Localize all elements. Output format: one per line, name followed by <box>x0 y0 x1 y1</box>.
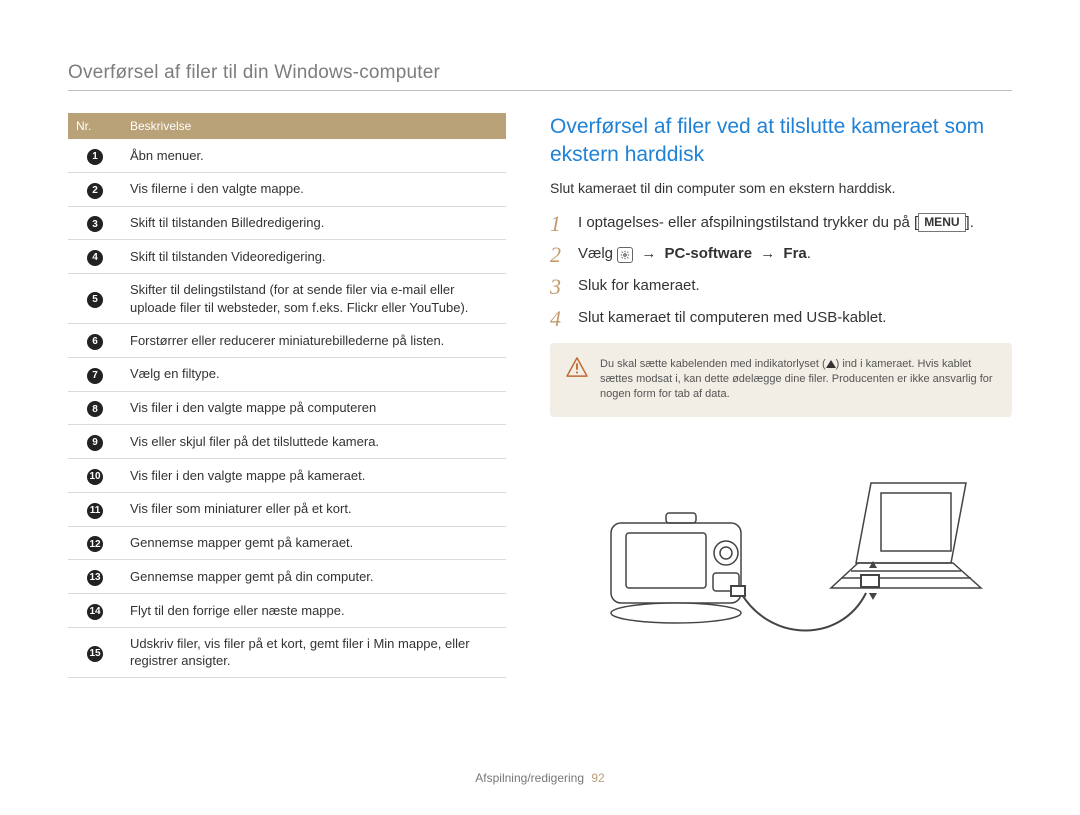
number-badge: 10 <box>87 469 103 485</box>
arrow-icon: → <box>756 245 779 262</box>
table-row: 6 Forstørrer eller reducerer miniaturebil… <box>68 324 506 358</box>
row-number: 13 <box>68 560 122 594</box>
table-row: 4 Skift til tilstanden Videoredigering. <box>68 240 506 274</box>
row-description: Vis filer som miniaturer eller på et kor… <box>122 492 506 526</box>
right-column: Overførsel af filer ved at tilslutte kam… <box>550 113 1012 678</box>
table-row: 14 Flyt til den forrige eller næste mappe… <box>68 594 506 628</box>
warning-icon <box>566 357 588 403</box>
warning-text: Du skal sætte kabelenden med indikatorly… <box>600 357 996 403</box>
table-row: 5 Skifter til delingstilstand (for at sen… <box>68 274 506 324</box>
warning-text-a: Du skal sætte kabelenden med indikatorly… <box>600 358 826 370</box>
step-2-value: Fra <box>783 245 806 262</box>
table-row: 3 Skift til tilstanden Billedredigering. <box>68 206 506 240</box>
number-badge: 1 <box>87 149 103 165</box>
row-number: 14 <box>68 594 122 628</box>
step-1: I optagelses- eller afspilningstilstand … <box>550 212 1012 234</box>
row-number: 1 <box>68 139 122 172</box>
row-description: Forstørrer eller reducerer miniaturebill… <box>122 324 506 358</box>
row-number: 7 <box>68 357 122 391</box>
row-description: Skift til tilstanden Billedredigering. <box>122 206 506 240</box>
usb-illustration <box>550 453 1012 658</box>
table-row: 10 Vis filer i den valgte mappe på kamera… <box>68 459 506 493</box>
step-4: Slut kameraet til computeren med USB-kab… <box>550 307 1012 329</box>
row-description: Skifter til delingstilstand (for at send… <box>122 274 506 324</box>
number-badge: 4 <box>87 250 103 266</box>
table-row: 12 Gennemse mapper gemt på kameraet. <box>68 526 506 560</box>
number-badge: 5 <box>87 292 103 308</box>
row-number: 2 <box>68 172 122 206</box>
footer-page-number: 92 <box>591 771 604 785</box>
table-row: 1 Åbn menuer. <box>68 139 506 172</box>
row-number: 6 <box>68 324 122 358</box>
table-row: 8 Vis filer i den valgte mappe på compute… <box>68 391 506 425</box>
number-badge: 6 <box>87 334 103 350</box>
row-number: 8 <box>68 391 122 425</box>
number-badge: 8 <box>87 401 103 417</box>
number-badge: 7 <box>87 368 103 384</box>
row-number: 12 <box>68 526 122 560</box>
footer-section: Afspilning/redigering <box>475 771 584 785</box>
menu-button-label: MENU <box>918 213 965 232</box>
triangle-up-icon <box>826 360 836 368</box>
row-number: 11 <box>68 492 122 526</box>
row-description: Vis filer i den valgte mappe på kameraet… <box>122 459 506 493</box>
table-row: 7 Vælg en filtype. <box>68 357 506 391</box>
number-badge: 2 <box>87 183 103 199</box>
row-description: Vælg en filtype. <box>122 357 506 391</box>
row-number: 5 <box>68 274 122 324</box>
row-number: 15 <box>68 627 122 677</box>
row-description: Gennemse mapper gemt på kameraet. <box>122 526 506 560</box>
number-badge: 3 <box>87 216 103 232</box>
table-row: 9 Vis eller skjul filer på det tilslutted… <box>68 425 506 459</box>
row-description: Vis filerne i den valgte mappe. <box>122 172 506 206</box>
warning-callout: Du skal sætte kabelenden med indikatorly… <box>550 343 1012 417</box>
row-description: Skift til tilstanden Videoredigering. <box>122 240 506 274</box>
gear-icon <box>617 247 633 263</box>
table-row: 15 Udskriv filer, vis filer på et kort, g… <box>68 627 506 677</box>
left-column: Nr. Beskrivelse 1 Åbn menuer. 2 Vis filerne… <box>68 113 506 678</box>
number-badge: 12 <box>87 536 103 552</box>
page-title: Overførsel af filer til din Windows-comp… <box>68 62 1012 91</box>
row-number: 10 <box>68 459 122 493</box>
th-nr: Nr. <box>68 113 122 139</box>
step-2-verb: Vælg <box>578 245 613 262</box>
table-row: 2 Vis filerne i den valgte mappe. <box>68 172 506 206</box>
row-number: 4 <box>68 240 122 274</box>
description-table: Nr. Beskrivelse 1 Åbn menuer. 2 Vis filerne… <box>68 113 506 678</box>
table-row: 13 Gennemse mapper gemt på din computer. <box>68 560 506 594</box>
step-2-option: PC-software <box>665 245 753 262</box>
steps-list: I optagelses- eller afspilningstilstand … <box>550 212 1012 329</box>
section-intro: Slut kameraet til din computer som en ek… <box>550 180 1012 196</box>
row-description: Gennemse mapper gemt på din computer. <box>122 560 506 594</box>
th-desc: Beskrivelse <box>122 113 506 139</box>
row-description: Vis eller skjul filer på det tilsluttede… <box>122 425 506 459</box>
row-description: Åbn menuer. <box>122 139 506 172</box>
row-description: Udskriv filer, vis filer på et kort, gem… <box>122 627 506 677</box>
number-badge: 14 <box>87 604 103 620</box>
row-number: 9 <box>68 425 122 459</box>
number-badge: 11 <box>87 503 103 519</box>
step-3: Sluk for kameraet. <box>550 275 1012 297</box>
content-columns: Nr. Beskrivelse 1 Åbn menuer. 2 Vis filerne… <box>68 113 1012 678</box>
number-badge: 15 <box>87 646 103 662</box>
step-2: Vælg → PC-software → Fra. <box>550 243 1012 265</box>
arrow-icon: → <box>637 245 660 262</box>
row-description: Vis filer i den valgte mappe på computer… <box>122 391 506 425</box>
number-badge: 13 <box>87 570 103 586</box>
step-1-text: I optagelses- eller afspilningstilstand … <box>578 214 910 231</box>
table-row: 11 Vis filer som miniaturer eller på et k… <box>68 492 506 526</box>
section-heading: Overførsel af filer ved at tilslutte kam… <box>550 113 1012 170</box>
page-footer: Afspilning/redigering 92 <box>0 771 1080 785</box>
row-description: Flyt til den forrige eller næste mappe. <box>122 594 506 628</box>
row-number: 3 <box>68 206 122 240</box>
number-badge: 9 <box>87 435 103 451</box>
